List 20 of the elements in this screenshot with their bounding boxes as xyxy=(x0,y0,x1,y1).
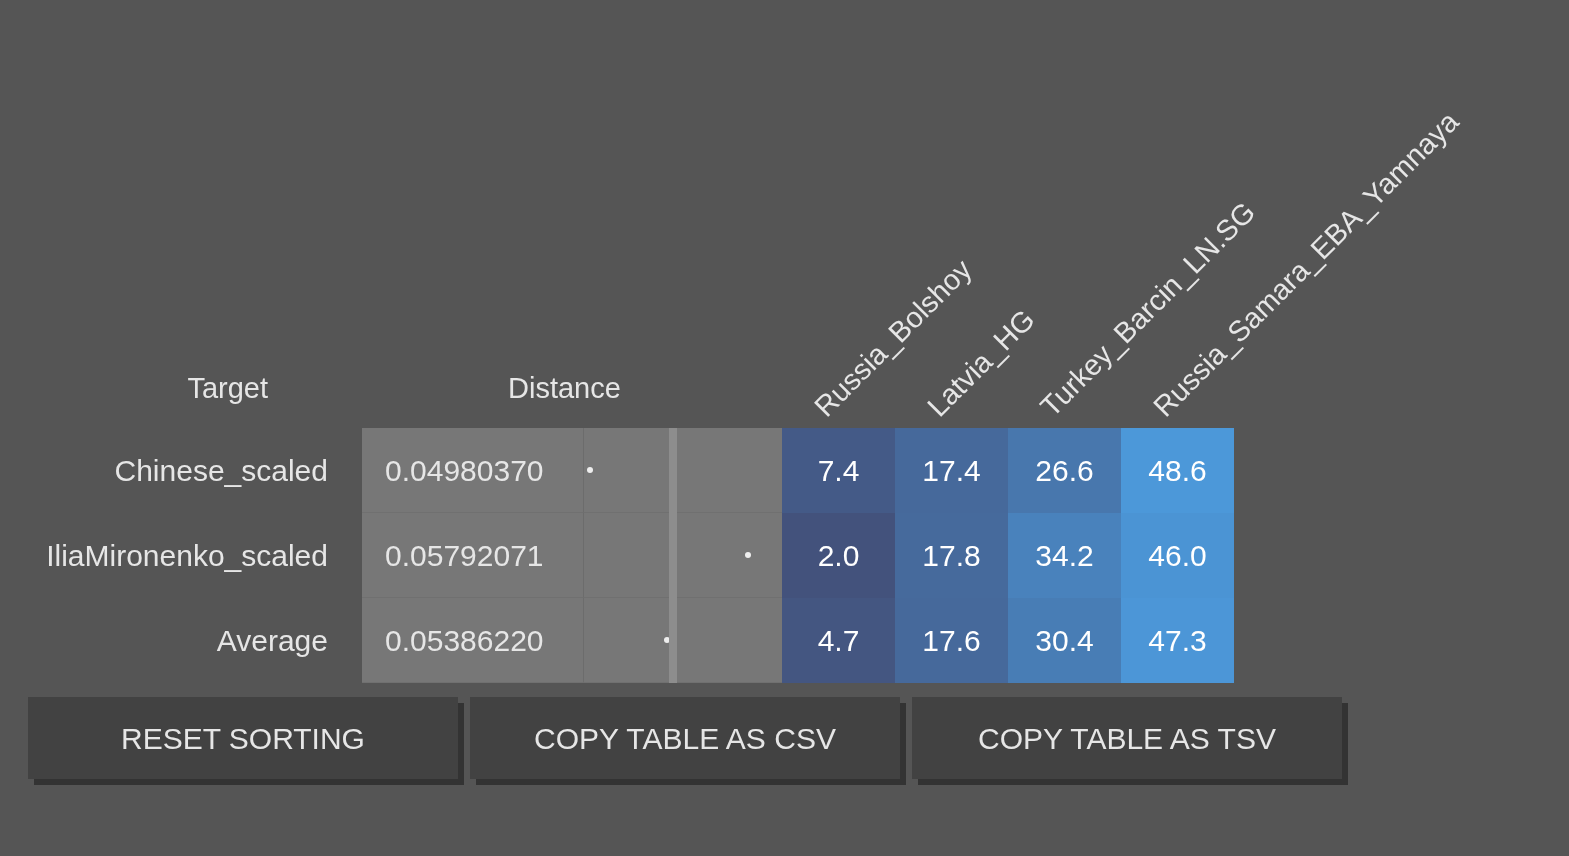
row-label: Average xyxy=(216,623,328,659)
column-header[interactable]: Target xyxy=(187,366,268,410)
column-header[interactable]: Distance xyxy=(508,366,621,410)
table-cell: 46.0 xyxy=(1121,513,1234,598)
row-label: Chinese_scaled xyxy=(114,453,328,489)
distance-value: 0.04980370 xyxy=(385,452,544,489)
distance-value: 0.05386220 xyxy=(385,622,544,659)
row-label: IliaMironenko_scaled xyxy=(46,538,328,574)
distance-value: 0.05792071 xyxy=(385,537,544,574)
table-cell: 34.2 xyxy=(1008,513,1121,598)
table-cell: 17.6 xyxy=(895,598,1008,683)
table-cell: 4.7 xyxy=(782,598,895,683)
table-cell: 2.0 xyxy=(782,513,895,598)
table-cell: 48.6 xyxy=(1121,428,1234,513)
table-cell: 17.8 xyxy=(895,513,1008,598)
table-cell: 30.4 xyxy=(1008,598,1121,683)
table-cell: 7.4 xyxy=(782,428,895,513)
table-cell: 47.3 xyxy=(1121,598,1234,683)
table-cell: 17.4 xyxy=(895,428,1008,513)
table-cell: 26.6 xyxy=(1008,428,1121,513)
